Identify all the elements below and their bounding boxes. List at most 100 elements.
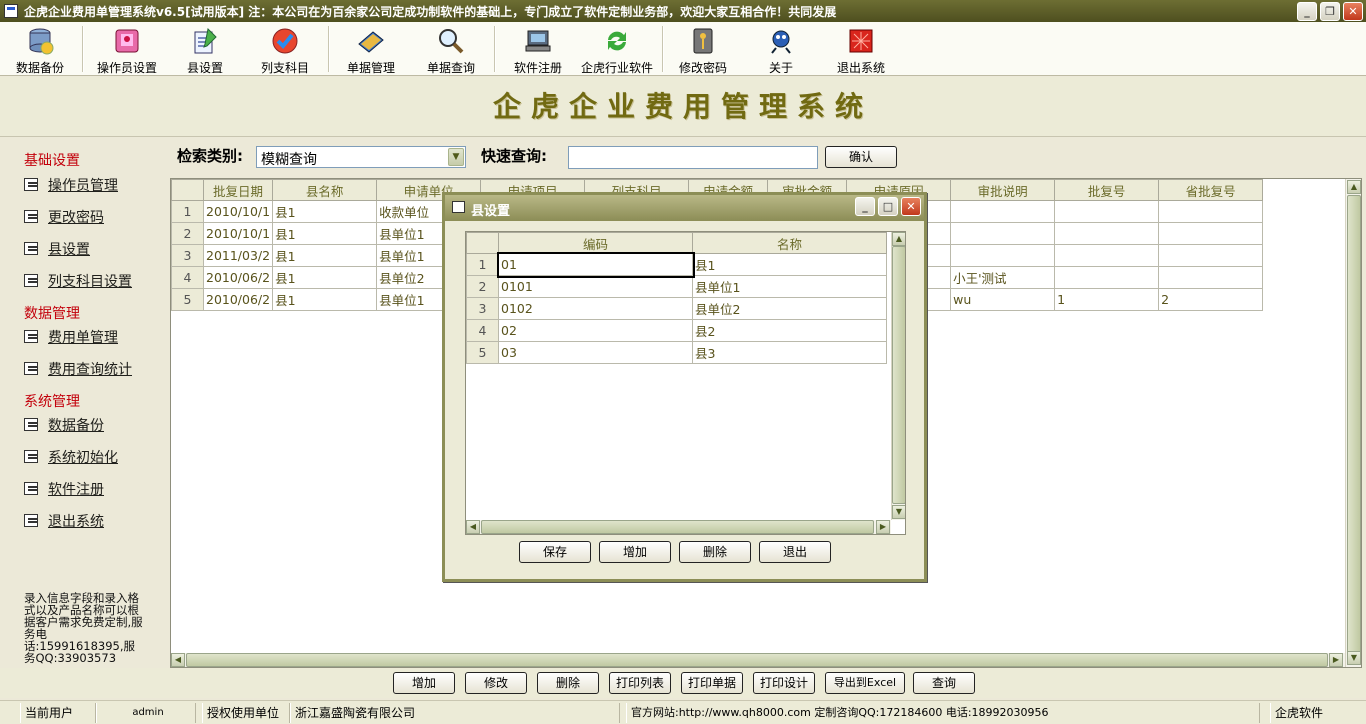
scroll-left-icon[interactable]: ◀ <box>466 520 480 534</box>
code-cell[interactable]: 02 <box>498 319 693 342</box>
row-number[interactable]: 2 <box>171 222 204 245</box>
table-cell[interactable] <box>1054 200 1160 223</box>
row-number[interactable]: 3 <box>466 297 499 320</box>
print-design-button[interactable]: 打印设计 <box>753 672 815 694</box>
nav-item-county-settings[interactable]: 县设置 <box>24 239 90 259</box>
column-header[interactable]: 批复号 <box>1054 179 1160 201</box>
nav-item-exit-system[interactable]: 退出系统 <box>24 511 104 531</box>
table-row[interactable]: 5 03 县3 <box>466 341 887 364</box>
table-cell[interactable] <box>950 244 1056 267</box>
nav-item-data-backup[interactable]: 数据备份 <box>24 415 104 435</box>
dialog-horizontal-scrollbar[interactable]: ◀ ▶ <box>466 520 891 534</box>
column-header[interactable]: 批复日期 <box>202 179 274 201</box>
nav-item-expense-stats[interactable]: 费用查询统计 <box>24 359 132 379</box>
restore-button[interactable]: ❐ <box>1320 2 1340 21</box>
dialog-vertical-scrollbar[interactable]: ▲ ▼ <box>891 232 905 520</box>
scroll-thumb[interactable] <box>481 520 874 534</box>
add-button[interactable]: 增加 <box>599 541 671 563</box>
bottom-add-button[interactable]: 增加 <box>393 672 455 694</box>
chevron-down-icon[interactable]: ▼ <box>448 148 464 166</box>
name-cell[interactable]: 县1 <box>692 253 887 276</box>
toolbar-county-settings-button[interactable]: 县设置 <box>172 22 238 76</box>
delete-button[interactable]: 删除 <box>679 541 751 563</box>
query-button[interactable]: 查询 <box>913 672 975 694</box>
row-number[interactable]: 5 <box>171 288 204 311</box>
row-number[interactable]: 1 <box>171 200 204 223</box>
code-cell[interactable]: 0102 <box>498 297 693 320</box>
print-document-button[interactable]: 打印单据 <box>681 672 743 694</box>
main-horizontal-scrollbar[interactable]: ◀ ▶ <box>171 653 1345 667</box>
table-cell[interactable] <box>1158 266 1264 289</box>
bottom-delete-button[interactable]: 删除 <box>537 672 599 694</box>
toolbar-exit-button[interactable]: 退出系统 <box>828 22 894 76</box>
code-cell[interactable]: 01 <box>496 251 695 278</box>
table-cell[interactable]: 县1 <box>272 244 378 267</box>
table-cell[interactable]: 2010/06/2 <box>202 288 274 311</box>
exit-button[interactable]: 退出 <box>759 541 831 563</box>
name-cell[interactable]: 县单位1 <box>692 275 887 298</box>
toolbar-about-button[interactable]: 关于 <box>748 22 814 76</box>
column-header[interactable]: 编码 <box>498 232 693 254</box>
row-number[interactable]: 1 <box>466 253 499 276</box>
table-cell[interactable]: 县1 <box>272 222 378 245</box>
nav-item-system-init[interactable]: 系统初始化 <box>24 447 118 467</box>
table-cell[interactable] <box>1054 244 1160 267</box>
table-cell[interactable]: 2010/10/1 <box>202 200 274 223</box>
name-cell[interactable]: 县2 <box>692 319 887 342</box>
toolbar-document-query-button[interactable]: 单据查询 <box>416 22 486 76</box>
dialog-minimize-button[interactable]: _ <box>855 197 875 216</box>
scroll-right-icon[interactable]: ▶ <box>876 520 890 534</box>
name-cell[interactable]: 县3 <box>692 341 887 364</box>
table-cell[interactable]: 1 <box>1054 288 1160 311</box>
code-cell[interactable]: 0101 <box>498 275 693 298</box>
table-cell[interactable]: 小王'测试 <box>950 266 1056 289</box>
dialog-maximize-button[interactable]: □ <box>878 197 898 216</box>
column-header[interactable]: 名称 <box>692 232 887 254</box>
table-cell[interactable]: 县1 <box>272 288 378 311</box>
scroll-down-icon[interactable]: ▼ <box>892 505 905 519</box>
table-cell[interactable]: 2010/10/1 <box>202 222 274 245</box>
toolbar-change-password-button[interactable]: 修改密码 <box>670 22 736 76</box>
toolbar-operator-settings-button[interactable]: 操作员设置 <box>90 22 164 76</box>
column-header[interactable]: 省批复号 <box>1158 179 1264 201</box>
column-header[interactable]: 审批说明 <box>950 179 1056 201</box>
scroll-up-icon[interactable]: ▲ <box>1347 180 1361 194</box>
toolbar-software-register-button[interactable]: 软件注册 <box>502 22 574 76</box>
row-number[interactable]: 4 <box>466 319 499 342</box>
save-button[interactable]: 保存 <box>519 541 591 563</box>
table-cell[interactable] <box>1158 200 1264 223</box>
table-cell[interactable] <box>1054 222 1160 245</box>
row-number[interactable]: 3 <box>171 244 204 267</box>
toolbar-document-manage-button[interactable]: 单据管理 <box>336 22 406 76</box>
column-header[interactable]: 县名称 <box>272 179 378 201</box>
bottom-edit-button[interactable]: 修改 <box>465 672 527 694</box>
scroll-down-icon[interactable]: ▼ <box>1347 651 1361 665</box>
toolbar-data-backup-button[interactable]: 数据备份 <box>4 22 76 76</box>
nav-item-software-register[interactable]: 软件注册 <box>24 479 104 499</box>
table-cell[interactable] <box>950 222 1056 245</box>
table-cell[interactable] <box>1158 244 1264 267</box>
scroll-thumb[interactable] <box>892 246 905 504</box>
nav-item-change-password[interactable]: 更改密码 <box>24 207 104 227</box>
dialog-close-button[interactable]: ✕ <box>901 197 921 216</box>
name-cell[interactable]: 县单位2 <box>692 297 887 320</box>
table-row[interactable]: 3 0102 县单位2 <box>466 297 887 320</box>
table-row[interactable]: 4 02 县2 <box>466 319 887 342</box>
confirm-button[interactable]: 确认 <box>825 146 897 168</box>
row-number[interactable]: 5 <box>466 341 499 364</box>
table-cell[interactable]: 2011/03/2 <box>202 244 274 267</box>
scroll-up-icon[interactable]: ▲ <box>892 232 905 246</box>
table-cell[interactable]: 2 <box>1158 288 1264 311</box>
category-select[interactable]: 模糊查询 ▼ <box>256 146 466 168</box>
row-number[interactable]: 4 <box>171 266 204 289</box>
main-vertical-scrollbar[interactable]: ▲ ▼ <box>1345 179 1361 667</box>
table-cell[interactable]: 县1 <box>272 266 378 289</box>
nav-item-expense-manage[interactable]: 费用单管理 <box>24 327 118 347</box>
scroll-left-icon[interactable]: ◀ <box>171 653 185 667</box>
table-row[interactable]: 1 01 县1 <box>466 251 887 278</box>
table-cell[interactable]: 县1 <box>272 200 378 223</box>
nav-item-operator-manage[interactable]: 操作员管理 <box>24 175 118 195</box>
table-cell[interactable] <box>1054 266 1160 289</box>
table-cell[interactable] <box>950 200 1056 223</box>
print-list-button[interactable]: 打印列表 <box>609 672 671 694</box>
